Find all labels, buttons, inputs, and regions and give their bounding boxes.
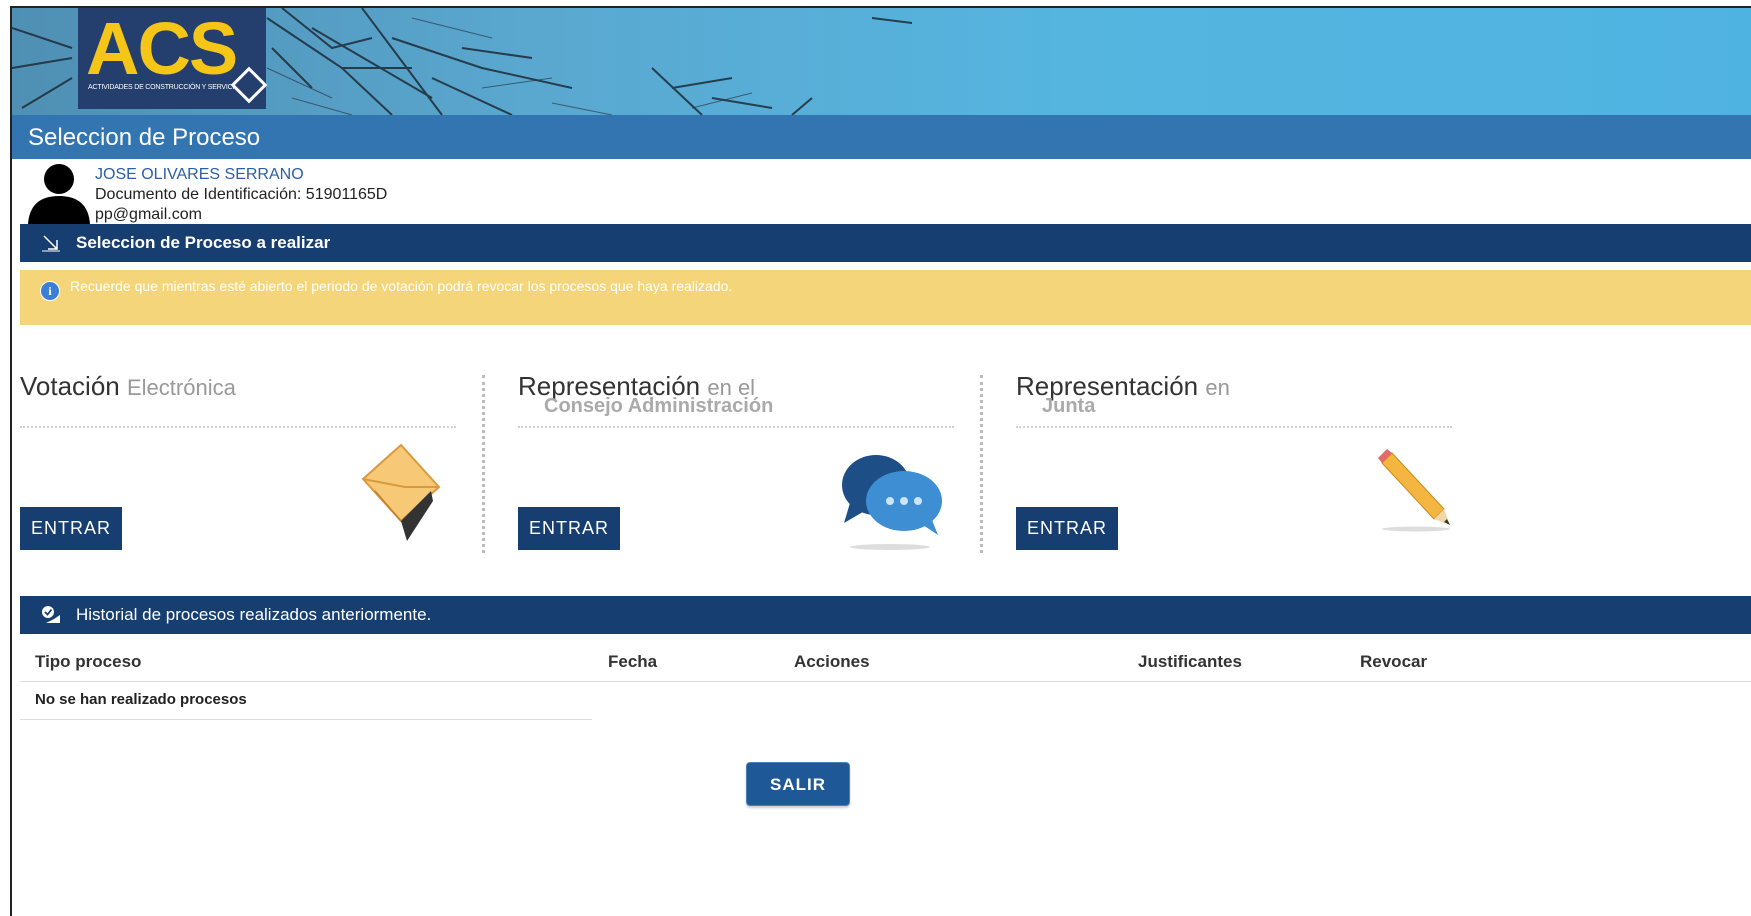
process-selection-bar: Seleccion de Proceso a realizar (20, 224, 1751, 262)
table-row: No se han realizado procesos (20, 683, 592, 720)
envelope-icon (361, 443, 441, 541)
card-separator (482, 375, 485, 553)
card-title: Votación Electrónica (20, 371, 236, 402)
card-electronic-vote: Votación Electrónica ENTRAR (20, 363, 460, 558)
history-label: Historial de procesos realizados anterio… (76, 605, 432, 624)
pencil-icon (1378, 449, 1450, 532)
card-title-light: Electrónica (126, 375, 236, 400)
app-frame: ACS ACTIVIDADES DE CONSTRUCCIÓN Y SERVIC… (10, 6, 1751, 916)
column-header-actions: Acciones (794, 652, 870, 671)
user-email: pp@gmail.com (95, 206, 202, 223)
column-header-process-type: Tipo proceso (35, 652, 142, 671)
user-document: Documento de Identificación: 51901165D (95, 186, 388, 203)
card-divider (1016, 426, 1452, 428)
history-table-header: Tipo proceso Fecha Acciones Justificante… (20, 648, 1751, 682)
exit-button[interactable]: SALIR (746, 762, 850, 806)
user-avatar-icon (28, 164, 90, 224)
empty-history-message: No se han realizado procesos (35, 691, 247, 708)
card-title-sub: Consejo Administración (544, 395, 774, 417)
card-title-main: Votación (20, 371, 120, 401)
card-title-light: en (1205, 375, 1230, 400)
column-header-receipts: Justificantes (1138, 652, 1242, 671)
enter-electronic-vote-button[interactable]: ENTRAR (20, 507, 122, 550)
column-header-date: Fecha (608, 652, 658, 671)
process-selection-label: Seleccion de Proceso a realizar (76, 233, 331, 252)
card-title-sub: Junta (1042, 395, 1096, 417)
user-name: JOSE OLIVARES SERRANO (95, 166, 304, 183)
logo-text: ACS (86, 8, 238, 90)
arrow-down-right-icon (42, 235, 60, 252)
page-title: Seleccion de Proceso (28, 124, 261, 151)
header-banner: ACS ACTIVIDADES DE CONSTRUCCIÓN Y SERVIC… (12, 8, 1751, 115)
card-separator (980, 375, 983, 553)
enter-meeting-representation-button[interactable]: ENTRAR (1016, 507, 1118, 550)
acs-logo: ACS ACTIVIDADES DE CONSTRUCCIÓN Y SERVIC… (78, 8, 268, 109)
notice-text: Recuerde que mientras esté abierto el pe… (70, 278, 733, 294)
chat-bubbles-icon (842, 455, 942, 550)
column-header-revoke: Revocar (1360, 652, 1428, 671)
info-icon: i (40, 281, 60, 301)
info-notice: i Recuerde que mientras esté abierto el … (20, 270, 1751, 325)
card-board-representation: Representación en el Consejo Administrac… (518, 363, 958, 558)
user-info: JOSE OLIVARES SERRANO Documento de Ident… (20, 160, 520, 230)
card-divider (518, 426, 954, 428)
history-bar: Historial de procesos realizados anterio… (20, 596, 1751, 634)
card-meeting-representation: Representación en Junta ENTRAR (1016, 363, 1456, 558)
history-check-icon (42, 606, 60, 623)
logo-subtitle: ACTIVIDADES DE CONSTRUCCIÓN Y SERVICIOS (88, 84, 244, 91)
card-divider (20, 426, 456, 428)
enter-board-representation-button[interactable]: ENTRAR (518, 507, 620, 550)
page-title-bar: Seleccion de Proceso (12, 115, 1751, 159)
